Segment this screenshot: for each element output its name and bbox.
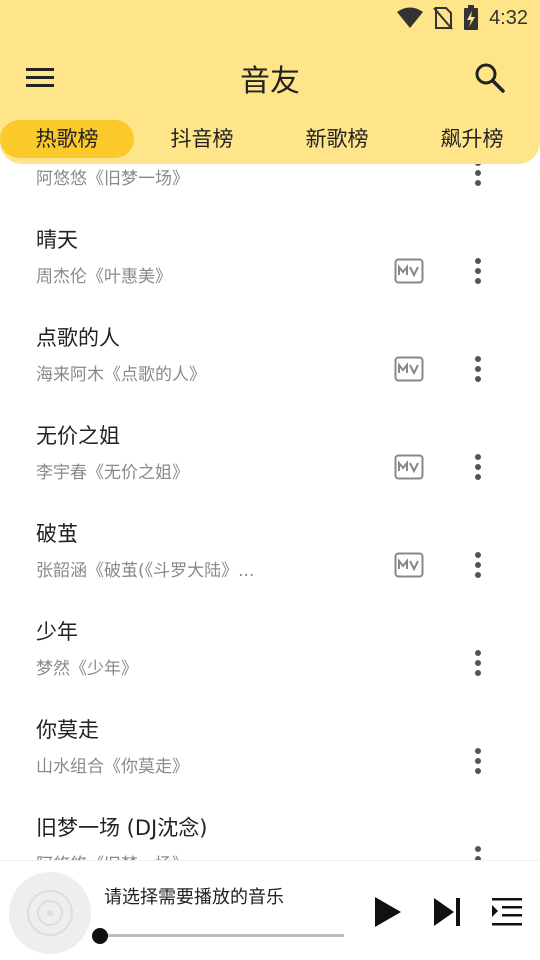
app-bar: 音友: [0, 36, 540, 120]
more-options-icon[interactable]: [470, 452, 486, 482]
mv-icon[interactable]: [394, 552, 424, 578]
song-artist-album: 梦然《少年》: [36, 659, 138, 679]
battery-charging-icon: [464, 5, 479, 30]
progress-thumb[interactable]: [92, 928, 108, 944]
skip-next-icon[interactable]: [430, 895, 464, 929]
more-options-icon[interactable]: [470, 550, 486, 580]
tab-hot[interactable]: 热歌榜: [0, 120, 134, 158]
song-row[interactable]: 破茧 张韶涵《破茧(《斗罗大陆》...: [0, 506, 540, 604]
no-sim-icon: [433, 7, 453, 30]
more-options-icon[interactable]: [470, 648, 486, 678]
tab-douyin[interactable]: 抖音榜: [135, 120, 269, 158]
search-icon[interactable]: [474, 62, 506, 94]
song-row[interactable]: 点歌的人 海来阿木《点歌的人》: [0, 310, 540, 408]
song-artist-album: 海来阿木《点歌的人》: [36, 365, 206, 385]
song-artist-album: 周杰伦《叶惠美》: [36, 267, 172, 287]
song-row[interactable]: 旧梦一场 (DJ沈念) 阿悠悠《旧梦一场》: [0, 800, 540, 860]
song-list[interactable]: 阿悠悠《旧梦一场》 晴天 周杰伦《叶惠美》 点歌的人 海来阿木《点歌的人》 无价…: [0, 164, 540, 860]
song-row[interactable]: 阿悠悠《旧梦一场》: [0, 164, 540, 212]
song-row[interactable]: 你莫走 山水组合《你莫走》: [0, 702, 540, 800]
song-title: 旧梦一场 (DJ沈念): [36, 816, 208, 840]
page-title: 音友: [240, 64, 300, 99]
more-options-icon[interactable]: [470, 746, 486, 776]
mv-icon[interactable]: [394, 258, 424, 284]
status-time: 4:32: [489, 6, 528, 29]
song-artist-album: 张韶涵《破茧(《斗罗大陆》...: [36, 561, 255, 581]
song-title: 少年: [36, 620, 78, 644]
now-playing-text: 请选择需要播放的音乐: [104, 887, 284, 908]
album-disc-icon[interactable]: [8, 871, 92, 955]
song-artist-album: 山水组合《你莫走》: [36, 757, 189, 777]
tab-rising[interactable]: 飙升榜: [405, 120, 539, 158]
song-title: 点歌的人: [36, 326, 120, 350]
song-title: 你莫走: [36, 718, 99, 742]
mini-player: 请选择需要播放的音乐: [0, 860, 540, 960]
status-icons: 4:32: [397, 4, 528, 32]
more-options-icon[interactable]: [470, 256, 486, 286]
progress-bar[interactable]: [100, 934, 344, 937]
chart-tabs: 热歌榜 抖音榜 新歌榜 飙升榜: [0, 118, 540, 164]
playlist-queue-icon[interactable]: [490, 895, 524, 929]
song-artist-album: 阿悠悠《旧梦一场》: [36, 850, 189, 860]
wifi-icon: [397, 7, 424, 28]
mv-icon[interactable]: [394, 454, 424, 480]
play-icon[interactable]: [370, 895, 404, 929]
tab-new[interactable]: 新歌榜: [270, 120, 404, 158]
song-artist-album: 李宇春《无价之姐》: [36, 463, 189, 483]
song-title: 晴天: [36, 228, 78, 252]
more-options-icon[interactable]: [470, 164, 486, 188]
mv-icon[interactable]: [394, 356, 424, 382]
song-title: 破茧: [36, 522, 78, 546]
song-artist-album: 阿悠悠《旧梦一场》: [36, 169, 189, 189]
song-title: 无价之姐: [36, 424, 120, 448]
song-row[interactable]: 晴天 周杰伦《叶惠美》: [0, 212, 540, 310]
more-options-icon[interactable]: [470, 354, 486, 384]
more-options-icon[interactable]: [470, 844, 486, 860]
status-bar: 4:32: [0, 0, 540, 36]
song-row[interactable]: 少年 梦然《少年》: [0, 604, 540, 702]
song-row[interactable]: 无价之姐 李宇春《无价之姐》: [0, 408, 540, 506]
